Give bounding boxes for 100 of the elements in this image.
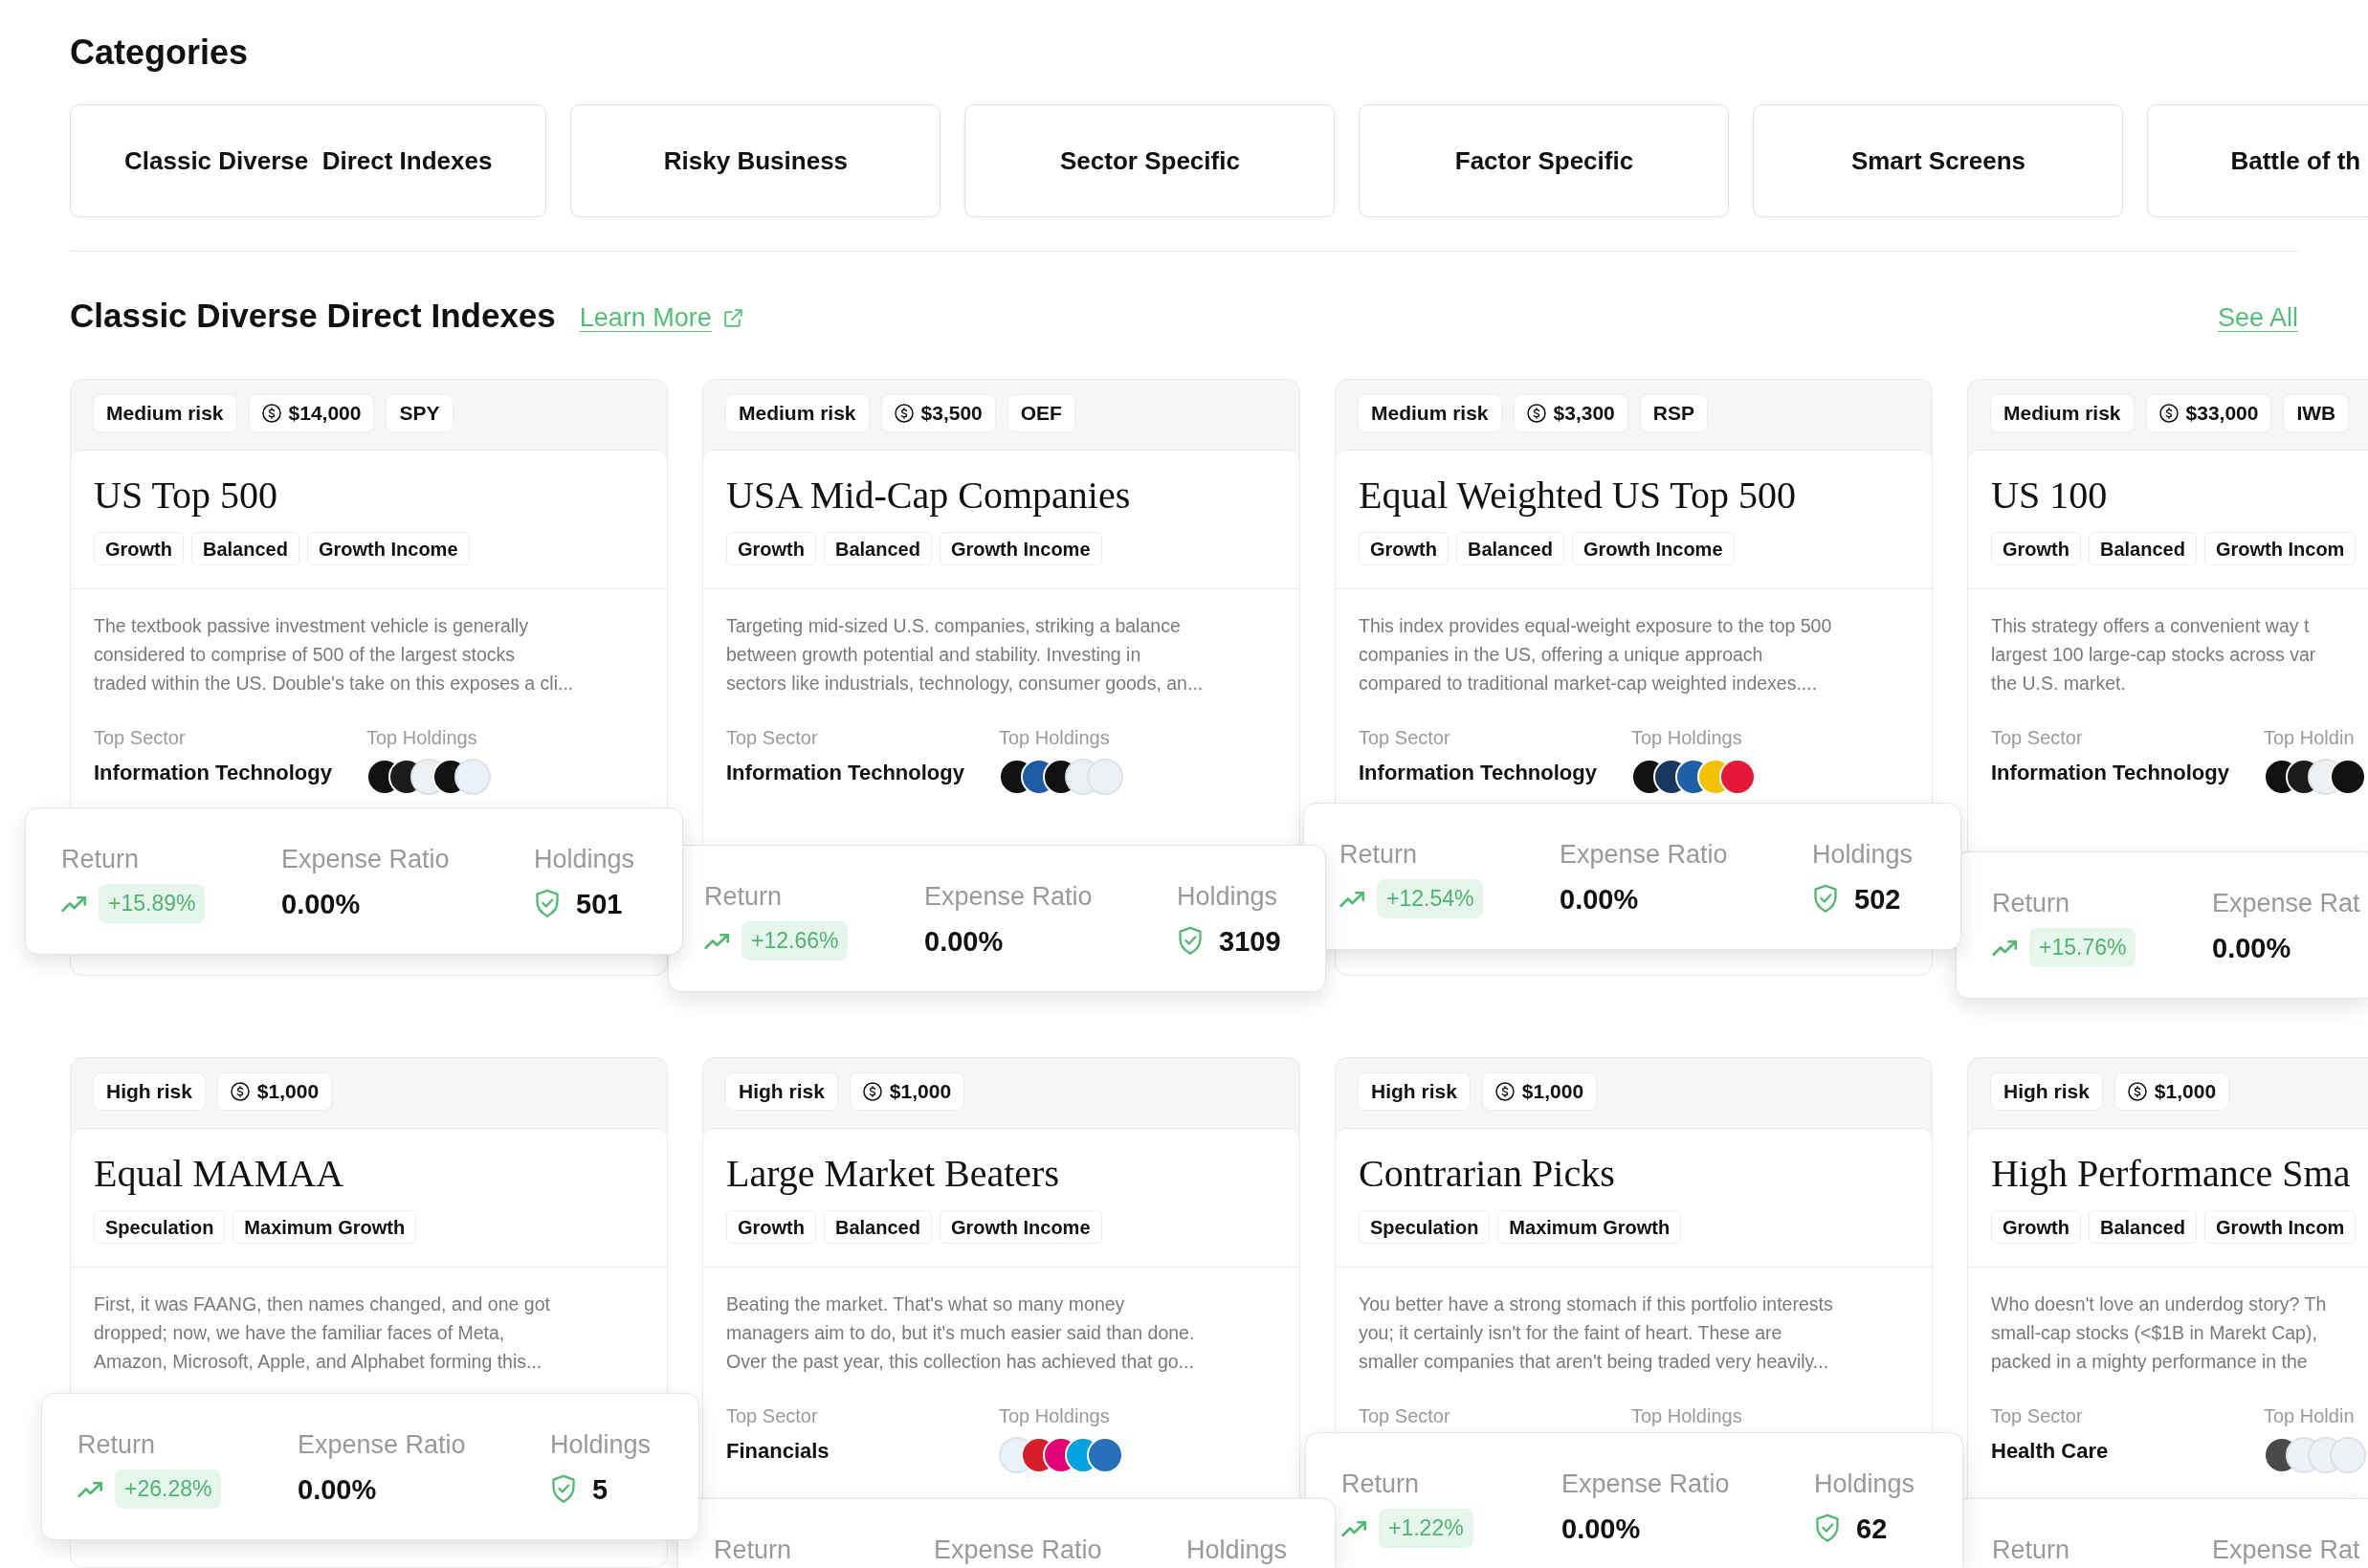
return-label: Return <box>1992 1535 2070 1565</box>
strategy-description: The textbook passive investment vehicle is generally considered to comprise of 500 of the largest stocks traded within the US. Double's take on this exposes a cli... <box>94 614 574 696</box>
price-value: $1,000 <box>2154 1079 2217 1105</box>
style-tag: Maximum Growth <box>1497 1210 1682 1244</box>
top-sector-label: Top Sector <box>726 726 818 750</box>
strategy-card[interactable] <box>1335 379 1933 803</box>
expense-ratio-value: 0.00% <box>1560 882 1639 917</box>
top-sector-value: Health Care <box>1991 1438 2109 1465</box>
strategy-title: Equal MAMAA <box>94 1151 344 1197</box>
expense-ratio-label: Expense Ratio <box>1560 839 1728 870</box>
category-button[interactable]: Sector Specific <box>964 104 1336 217</box>
expense-ratio-value: 0.00% <box>281 887 361 921</box>
top-holdings-label: Top Holdin <box>2264 1404 2355 1428</box>
style-tag: Growth <box>1359 532 1449 565</box>
strategy-description: Beating the market. That's what so many money managers aim to do, but it's much easier said than done. Over the past year, this collection has achieved that go... <box>726 1292 1195 1374</box>
top-sector-label: Top Sector <box>1359 726 1450 750</box>
top-sector-value: Information Technology <box>1991 760 2229 786</box>
strategy-title: US Top 500 <box>94 473 278 519</box>
expense-ratio-label: Expense Ratio <box>298 1429 466 1460</box>
risk-tag: High risk <box>1358 1072 1471 1111</box>
strategy-card[interactable] <box>70 379 668 807</box>
style-tag: Growth <box>726 532 816 565</box>
trend-up-icon <box>1341 1519 1367 1537</box>
coin-icon <box>261 404 281 423</box>
top-holdings-label: Top Holdings <box>999 1404 1110 1428</box>
strategy-card[interactable] <box>1967 379 2368 851</box>
ticker-tag: IWB <box>2283 394 2350 432</box>
style-tag: Growth Incom <box>2203 1210 2357 1244</box>
style-tag: Growth Income <box>306 532 470 565</box>
expense-ratio-label: Expense Ratio <box>924 881 1093 912</box>
coin-icon <box>2158 404 2179 423</box>
risk-tag: Medium risk <box>1990 394 2135 432</box>
top-sector-label: Top Sector <box>726 1404 818 1428</box>
style-tag: Balanced <box>2089 532 2197 565</box>
risk-tag: High risk <box>1990 1072 2103 1111</box>
strategy-description: First, it was FAANG, then names changed, and one got dropped; now, we have the familiar faces of Meta, Amazon, Microsoft, Apple, and Alphabet forming this... <box>94 1292 550 1374</box>
return-value: +12.54% <box>1377 879 1484 918</box>
shield-check-icon <box>534 889 561 918</box>
style-tag: Growth <box>1991 532 2081 565</box>
category-button[interactable]: Classic Diverse Direct Indexes <box>70 104 547 217</box>
coin-icon <box>1526 404 1546 423</box>
expense-ratio-label: Expense Ratio <box>1561 1469 1730 1499</box>
top-sector-value: Information Technology <box>94 760 332 786</box>
expense-ratio-label: Expense Ratio <box>934 1535 1102 1565</box>
style-tag: Growth <box>726 1210 816 1244</box>
risk-tag: Medium risk <box>93 394 237 432</box>
top-sector-label: Top Sector <box>1991 1404 2083 1428</box>
section-heading: Categories <box>70 32 249 74</box>
holdings-label: Holdings <box>1814 1469 1915 1499</box>
holdings-value: 5 <box>592 1472 609 1507</box>
top-holdings-label: Top Holdings <box>366 726 477 750</box>
style-tag: Growth <box>94 532 184 565</box>
strategy-description: This strategy offers a convenient way t largest 100 large-cap stocks across var the U.S. market. <box>1991 614 2316 696</box>
holdings-label: Holdings <box>550 1429 652 1460</box>
price-value: $14,000 <box>288 401 362 427</box>
ticker-tag: OEF <box>1007 394 1075 432</box>
strategy-description: Who doesn't love an underdog story? Th small-cap stocks (<$1B in Marekt Cap), packed in a mighty performance in the <box>1991 1292 2327 1374</box>
top-sector-label: Top Sector <box>94 726 186 750</box>
coin-icon <box>230 1082 250 1101</box>
top-holdings-label: Top Holdings <box>1631 1404 1742 1428</box>
return-label: Return <box>1341 1469 1420 1499</box>
style-tag: Speculation <box>94 1210 226 1244</box>
strategy-title: Large Market Beaters <box>726 1151 1059 1197</box>
strategy-description: Targeting mid-sized U.S. companies, striking a balance between growth potential and stability. Investing in sectors like industrials, technology, consumer goods, an... <box>726 614 1204 696</box>
category-button[interactable]: Factor Specific <box>1359 104 1730 217</box>
category-button[interactable]: Smart Screens <box>1753 104 2124 217</box>
shield-check-icon <box>550 1474 577 1504</box>
price-value: $3,500 <box>920 401 983 427</box>
return-label: Return <box>1339 839 1418 870</box>
holdings-value: 62 <box>1856 1512 1888 1546</box>
return-label: Return <box>714 1535 792 1565</box>
section-title: Classic Diverse Direct Indexes <box>70 296 556 336</box>
price-value: $1,000 <box>256 1079 320 1105</box>
style-tag: Balanced <box>191 532 299 565</box>
category-button[interactable]: Battle of th <box>2147 104 2368 217</box>
top-holdings-label: Top Holdin <box>2264 726 2355 750</box>
style-tag: Maximum Growth <box>232 1210 417 1244</box>
strategy-description: This index provides equal-weight exposure to the top 500 companies in the US, offering a unique approach compared to traditional market-cap weighted indexes.... <box>1359 614 1832 696</box>
strategy-title: US 100 <box>1991 473 2108 519</box>
style-tag: Balanced <box>2089 1210 2197 1244</box>
trend-up-icon <box>1339 890 1365 908</box>
holdings-value: 501 <box>576 887 623 921</box>
expense-ratio-value: 0.00% <box>1561 1512 1641 1546</box>
shield-check-icon <box>1814 1513 1841 1543</box>
holdings-label: Holdings <box>1186 1535 1288 1565</box>
holdings-label: Holdings <box>1177 881 1278 912</box>
style-tag: Balanced <box>824 532 932 565</box>
category-button[interactable]: Risky Business <box>570 104 941 217</box>
risk-tag: Medium risk <box>725 394 870 432</box>
risk-tag: High risk <box>93 1072 206 1111</box>
strategy-card[interactable] <box>1967 1057 2368 1498</box>
expense-ratio-value: 0.00% <box>2212 931 2291 965</box>
strategy-description: You better have a strong stomach if this portfolio interests you; it certainly isn't for the faint of heart. These are smaller companies that aren't being traded very heavily... <box>1359 1292 1833 1374</box>
strategy-card[interactable] <box>702 379 1300 845</box>
ticker-tag: SPY <box>386 394 454 432</box>
top-holdings-label: Top Holdings <box>999 726 1110 750</box>
top-sector-label: Top Sector <box>1991 726 2083 750</box>
ticker-tag: RSP <box>1639 394 1708 432</box>
return-label: Return <box>77 1429 156 1460</box>
top-sector-value: Information Technology <box>1359 760 1597 786</box>
